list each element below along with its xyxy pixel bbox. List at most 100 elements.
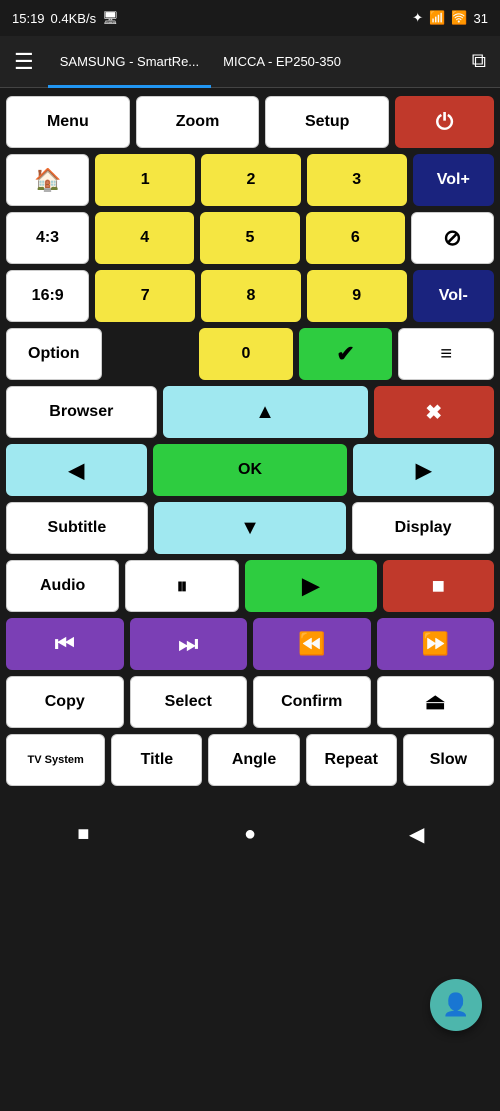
ok-button[interactable]: OK: [153, 444, 347, 496]
pause-button[interactable]: ⏸: [125, 560, 238, 612]
zoom-button[interactable]: Zoom: [136, 96, 260, 148]
no-symbol-button[interactable]: ⊘: [411, 212, 494, 264]
check-icon: ✔: [336, 341, 354, 367]
skip-first-icon: ⏮: [55, 631, 75, 657]
select-button[interactable]: Select: [130, 676, 248, 728]
status-bar: 15:19 0.4KB/s 🖥 ✦ 📶 🛜 31: [0, 0, 500, 36]
nav-square-button[interactable]: ■: [63, 814, 103, 854]
confirm-button[interactable]: Confirm: [253, 676, 371, 728]
slow-button[interactable]: Slow: [403, 734, 494, 786]
arrow-up-button[interactable]: ▲: [163, 386, 368, 438]
vol-plus-button[interactable]: Vol+: [413, 154, 494, 206]
pause-icon: ⏸: [176, 573, 187, 599]
display-button[interactable]: Display: [352, 502, 494, 554]
row-option: Option 0 ✔ ≡: [6, 328, 494, 380]
num5-button[interactable]: 5: [200, 212, 299, 264]
top-nav: ☰ SAMSUNG - SmartRe... MICCA - EP250-350…: [0, 36, 500, 88]
row-navigation: ◀ OK ▶: [6, 444, 494, 496]
power-button[interactable]: ⏻: [395, 96, 494, 148]
tab-samsung[interactable]: SAMSUNG - SmartRe...: [48, 36, 211, 88]
angle-button[interactable]: Angle: [208, 734, 299, 786]
ratio169-button[interactable]: 16:9: [6, 270, 89, 322]
stop-button[interactable]: ■: [383, 560, 494, 612]
fab-button[interactable]: 👤: [430, 979, 482, 1031]
subtitle-button[interactable]: Subtitle: [6, 502, 148, 554]
fast-forward-button[interactable]: ⏩: [377, 618, 495, 670]
nav-home-button[interactable]: ●: [230, 814, 270, 854]
arrow-down-button[interactable]: ▼: [154, 502, 346, 554]
rewind-button[interactable]: ⏪: [253, 618, 371, 670]
tab-micca[interactable]: MICCA - EP250-350: [211, 36, 353, 88]
circle-icon: ●: [244, 823, 256, 846]
num2-button[interactable]: 2: [201, 154, 301, 206]
row-browser: Browser ▲ ✖: [6, 386, 494, 438]
repeat-button[interactable]: Repeat: [306, 734, 397, 786]
skip-next-button[interactable]: ⏭: [130, 618, 248, 670]
eject-button[interactable]: ⏏: [377, 676, 495, 728]
status-time: 15:19: [12, 11, 45, 26]
row-playback: Audio ⏸ ▶ ■: [6, 560, 494, 612]
row-numbers-789: 16:9 7 8 9 Vol-: [6, 270, 494, 322]
audio-button[interactable]: Audio: [6, 560, 119, 612]
bottom-nav: ■ ● ◀: [0, 808, 500, 860]
home-icon: 🏠: [34, 167, 61, 193]
battery-icon: 31: [474, 11, 488, 26]
remote-control: Menu Zoom Setup ⏻ 🏠 1 2 3 Vol+ 4:3 4 5 6…: [0, 88, 500, 800]
list-icon: ≡: [440, 343, 452, 366]
status-screen-icon: 🖥: [102, 10, 119, 26]
home-button[interactable]: 🏠: [6, 154, 89, 206]
setup-button[interactable]: Setup: [265, 96, 389, 148]
close-button[interactable]: ✖: [374, 386, 495, 438]
num6-button[interactable]: 6: [306, 212, 405, 264]
num7-button[interactable]: 7: [95, 270, 195, 322]
signal-icon: 📶: [429, 10, 445, 26]
copy-button[interactable]: Copy: [6, 676, 124, 728]
menu-button[interactable]: Menu: [6, 96, 130, 148]
fab-icon: 👤: [442, 992, 469, 1018]
check-button[interactable]: ✔: [299, 328, 393, 380]
arrow-up-icon: ▲: [255, 401, 275, 424]
row-numbers-456: 4:3 4 5 6 ⊘: [6, 212, 494, 264]
no-icon: ⊘: [443, 225, 461, 251]
rewind-icon: ⏪: [298, 631, 325, 657]
row-subtitle: Subtitle ▼ Display: [6, 502, 494, 554]
num9-button[interactable]: 9: [307, 270, 407, 322]
num1-button[interactable]: 1: [95, 154, 195, 206]
skip-first-button[interactable]: ⏮: [6, 618, 124, 670]
option-button[interactable]: Option: [6, 328, 102, 380]
title-button[interactable]: Title: [111, 734, 202, 786]
arrow-right-button[interactable]: ▶: [353, 444, 494, 496]
close-icon: ✖: [425, 400, 442, 425]
nav-back-button[interactable]: ◀: [397, 814, 437, 854]
status-right: ✦ 📶 🛜 31: [412, 10, 488, 26]
num4-button[interactable]: 4: [95, 212, 194, 264]
list-button[interactable]: ≡: [398, 328, 494, 380]
arrow-left-button[interactable]: ◀: [6, 444, 147, 496]
stop-icon: ■: [432, 573, 445, 599]
arrow-down-icon: ▼: [240, 517, 260, 540]
row-copy: Copy Select Confirm ⏏: [6, 676, 494, 728]
row-extra: TV System Title Angle Repeat Slow: [6, 734, 494, 786]
arrow-right-icon: ▶: [416, 458, 431, 483]
power-icon: ⏻: [436, 109, 453, 135]
browser-button[interactable]: Browser: [6, 386, 157, 438]
fast-forward-icon: ⏩: [422, 631, 449, 657]
tv-system-button[interactable]: TV System: [6, 734, 105, 786]
copy-layout-icon[interactable]: ⧉: [458, 50, 500, 73]
hamburger-menu[interactable]: ☰: [0, 49, 48, 75]
vol-minus-button[interactable]: Vol-: [413, 270, 494, 322]
num0-button[interactable]: 0: [199, 328, 293, 380]
play-icon: ▶: [302, 573, 319, 599]
bluetooth-icon: ✦: [412, 10, 423, 26]
row-menu: Menu Zoom Setup ⏻: [6, 96, 494, 148]
wifi-icon: 🛜: [451, 10, 467, 26]
play-button[interactable]: ▶: [245, 560, 377, 612]
num3-button[interactable]: 3: [307, 154, 407, 206]
skip-next-icon: ⏭: [178, 631, 198, 657]
status-data: 0.4KB/s: [51, 11, 97, 26]
nav-tabs: SAMSUNG - SmartRe... MICCA - EP250-350: [48, 36, 458, 88]
eject-icon: ⏏: [425, 689, 446, 715]
num8-button[interactable]: 8: [201, 270, 301, 322]
square-icon: ■: [77, 823, 89, 846]
ratio43-button[interactable]: 4:3: [6, 212, 89, 264]
